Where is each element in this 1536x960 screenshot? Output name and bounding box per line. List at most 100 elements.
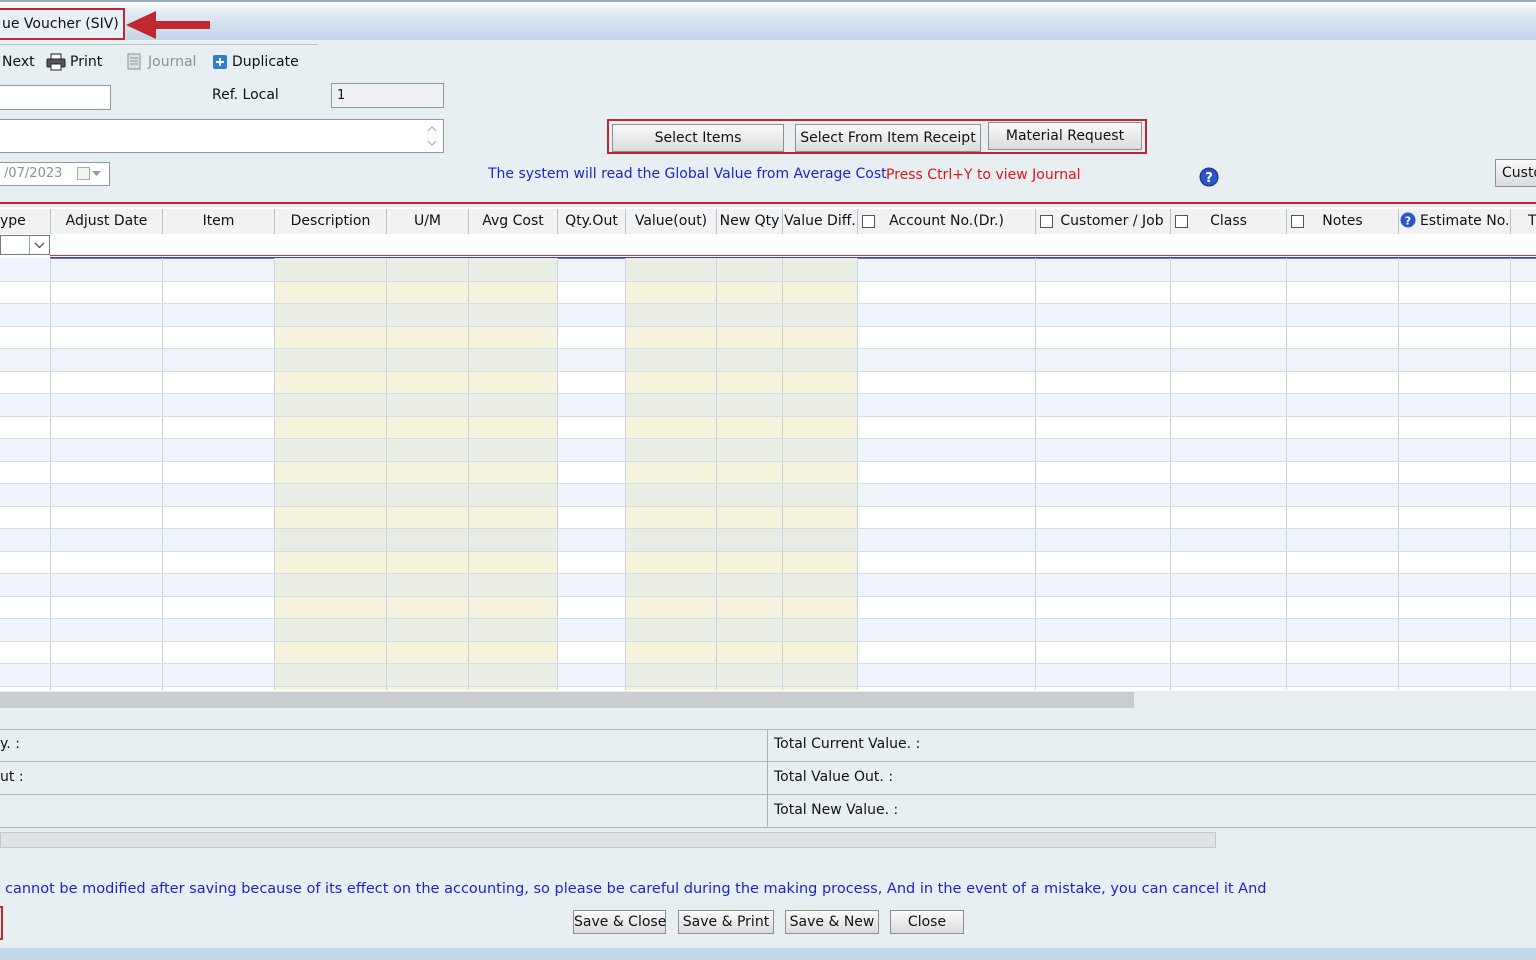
material-request-button[interactable]: Material Request bbox=[988, 122, 1142, 150]
class-header-label: Class bbox=[1210, 213, 1247, 229]
grid-row-stripe bbox=[0, 573, 1536, 596]
toolbar-divider bbox=[0, 44, 318, 45]
grid-new-row[interactable] bbox=[0, 234, 1536, 256]
grid-row-stripe bbox=[0, 258, 1536, 281]
grid-row-stripe bbox=[0, 618, 1536, 641]
status-bar bbox=[0, 948, 1536, 960]
next-label: Next bbox=[2, 54, 35, 70]
date-checkbox[interactable] bbox=[77, 167, 90, 180]
total-qty-label: y. : bbox=[0, 736, 20, 752]
journal-button[interactable]: Journal bbox=[126, 52, 196, 72]
total-value-out-label: Total Value Out. : bbox=[774, 769, 894, 785]
ref-local-field[interactable]: 1 bbox=[331, 83, 444, 108]
col-header-adjust-date[interactable]: Adjust Date bbox=[51, 209, 163, 234]
next-button[interactable]: Next bbox=[2, 52, 35, 72]
col-header-um[interactable]: U/M bbox=[387, 209, 469, 234]
grid-row-line bbox=[0, 505, 1536, 507]
col-header-class[interactable]: Class bbox=[1171, 209, 1287, 234]
close-button[interactable]: Close bbox=[890, 910, 964, 934]
date-value: /07/2023 bbox=[4, 166, 63, 181]
select-items-button[interactable]: Select Items bbox=[612, 124, 784, 152]
col-header-customer-job[interactable]: Customer / Job bbox=[1036, 209, 1171, 234]
grid-row-line bbox=[0, 415, 1536, 417]
totals-vertical-divider bbox=[767, 729, 768, 827]
estimate-help-icon[interactable]: ? bbox=[1400, 212, 1416, 228]
grid-row-line bbox=[0, 280, 1536, 282]
save-close-button[interactable]: Save & Close bbox=[573, 910, 666, 934]
grid-row-line bbox=[0, 595, 1536, 597]
grid-row-stripe bbox=[0, 393, 1536, 416]
estimate-header-label: Estimate No. bbox=[1419, 213, 1510, 229]
row-marker-red bbox=[50, 255, 1536, 256]
grid-row-stripe bbox=[0, 348, 1536, 371]
printer-icon bbox=[46, 53, 66, 71]
grid-row-stripe bbox=[0, 528, 1536, 551]
grid-row-stripe bbox=[0, 303, 1536, 326]
window-title: ue Voucher (SIV) bbox=[0, 8, 125, 40]
grid-row-stripe bbox=[0, 483, 1536, 506]
print-label: Print bbox=[70, 54, 103, 70]
chevron-down-icon[interactable] bbox=[92, 171, 101, 177]
totals-divider bbox=[0, 729, 1536, 730]
notes-header-label: Notes bbox=[1322, 213, 1363, 229]
col-header-account-no[interactable]: Account No.(Dr.) bbox=[858, 209, 1036, 234]
col-header-value-out[interactable]: Value(out) bbox=[626, 209, 717, 234]
duplicate-label: Duplicate bbox=[232, 54, 299, 70]
grid-row-stripe bbox=[0, 663, 1536, 686]
type-dropdown[interactable] bbox=[0, 235, 50, 255]
help-icon[interactable]: ? bbox=[1199, 167, 1219, 187]
svg-text:?: ? bbox=[1404, 215, 1410, 228]
memo-scroll-arrows-icon[interactable] bbox=[425, 122, 439, 150]
class-column-checkbox[interactable] bbox=[1175, 215, 1188, 228]
grid-row-line bbox=[0, 685, 1536, 687]
col-header-new-qty[interactable]: New Qty bbox=[717, 209, 783, 234]
total-new-value-label: Total New Value. : bbox=[774, 802, 899, 818]
type-dropdown-button[interactable] bbox=[29, 236, 49, 254]
customer-header-label: Customer / Job bbox=[1060, 213, 1164, 229]
grid-row-line bbox=[0, 460, 1536, 462]
col-header-item[interactable]: Item bbox=[163, 209, 275, 234]
memo-field[interactable] bbox=[0, 119, 444, 153]
footer-highlight-edge bbox=[0, 906, 3, 940]
grid-highlight-line bbox=[0, 202, 1536, 204]
select-from-item-receipt-button[interactable]: Select From Item Receipt bbox=[795, 124, 981, 152]
totals-divider bbox=[0, 761, 1536, 762]
grid-row-line bbox=[0, 370, 1536, 372]
save-print-button[interactable]: Save & Print bbox=[678, 910, 774, 934]
col-header-value-diff[interactable]: Value Diff. bbox=[783, 209, 858, 234]
col-header-description[interactable]: Description bbox=[275, 209, 387, 234]
reference-field[interactable] bbox=[0, 85, 111, 110]
customize-button[interactable]: Custo bbox=[1495, 159, 1536, 187]
col-header-type[interactable]: ype bbox=[0, 209, 51, 234]
totals-scrollbar[interactable] bbox=[0, 832, 1216, 848]
col-header-estimate-no[interactable]: ? Estimate No. bbox=[1399, 209, 1511, 234]
date-field[interactable]: /07/2023 bbox=[0, 162, 110, 186]
grid-row-line bbox=[0, 550, 1536, 552]
grid-row-stripe bbox=[0, 438, 1536, 461]
account-header-label: Account No.(Dr.) bbox=[889, 213, 1004, 229]
ref-local-label: Ref. Local bbox=[212, 87, 279, 103]
save-new-button[interactable]: Save & New bbox=[785, 910, 879, 934]
total-current-value-label: Total Current Value. : bbox=[774, 736, 921, 752]
total-out-label: ut : bbox=[0, 769, 24, 785]
account-column-checkbox[interactable] bbox=[862, 215, 875, 228]
journal-icon bbox=[127, 53, 141, 70]
title-bar bbox=[0, 0, 1536, 40]
grid-header-row: ype Adjust Date Item Description U/M Avg… bbox=[0, 209, 1536, 235]
col-header-t[interactable]: T bbox=[1511, 209, 1536, 234]
customer-column-checkbox[interactable] bbox=[1040, 215, 1053, 228]
totals-divider bbox=[0, 794, 1536, 795]
grid-row-line bbox=[0, 640, 1536, 642]
col-header-avg-cost[interactable]: Avg Cost bbox=[469, 209, 558, 234]
col-header-qty-out[interactable]: Qty.Out bbox=[558, 209, 626, 234]
svg-text:?: ? bbox=[1205, 171, 1213, 186]
footer-warning: cannot be modified after saving because … bbox=[5, 881, 1267, 897]
totals-divider bbox=[0, 827, 1536, 828]
journal-label: Journal bbox=[148, 54, 197, 70]
col-header-notes[interactable]: Notes bbox=[1287, 209, 1399, 234]
duplicate-button[interactable]: Duplicate bbox=[212, 52, 299, 72]
notes-column-checkbox[interactable] bbox=[1291, 215, 1304, 228]
chevron-down-icon bbox=[34, 242, 45, 249]
print-button[interactable]: Print bbox=[46, 52, 102, 72]
grid-scrollbar-thumb[interactable] bbox=[0, 692, 1134, 708]
